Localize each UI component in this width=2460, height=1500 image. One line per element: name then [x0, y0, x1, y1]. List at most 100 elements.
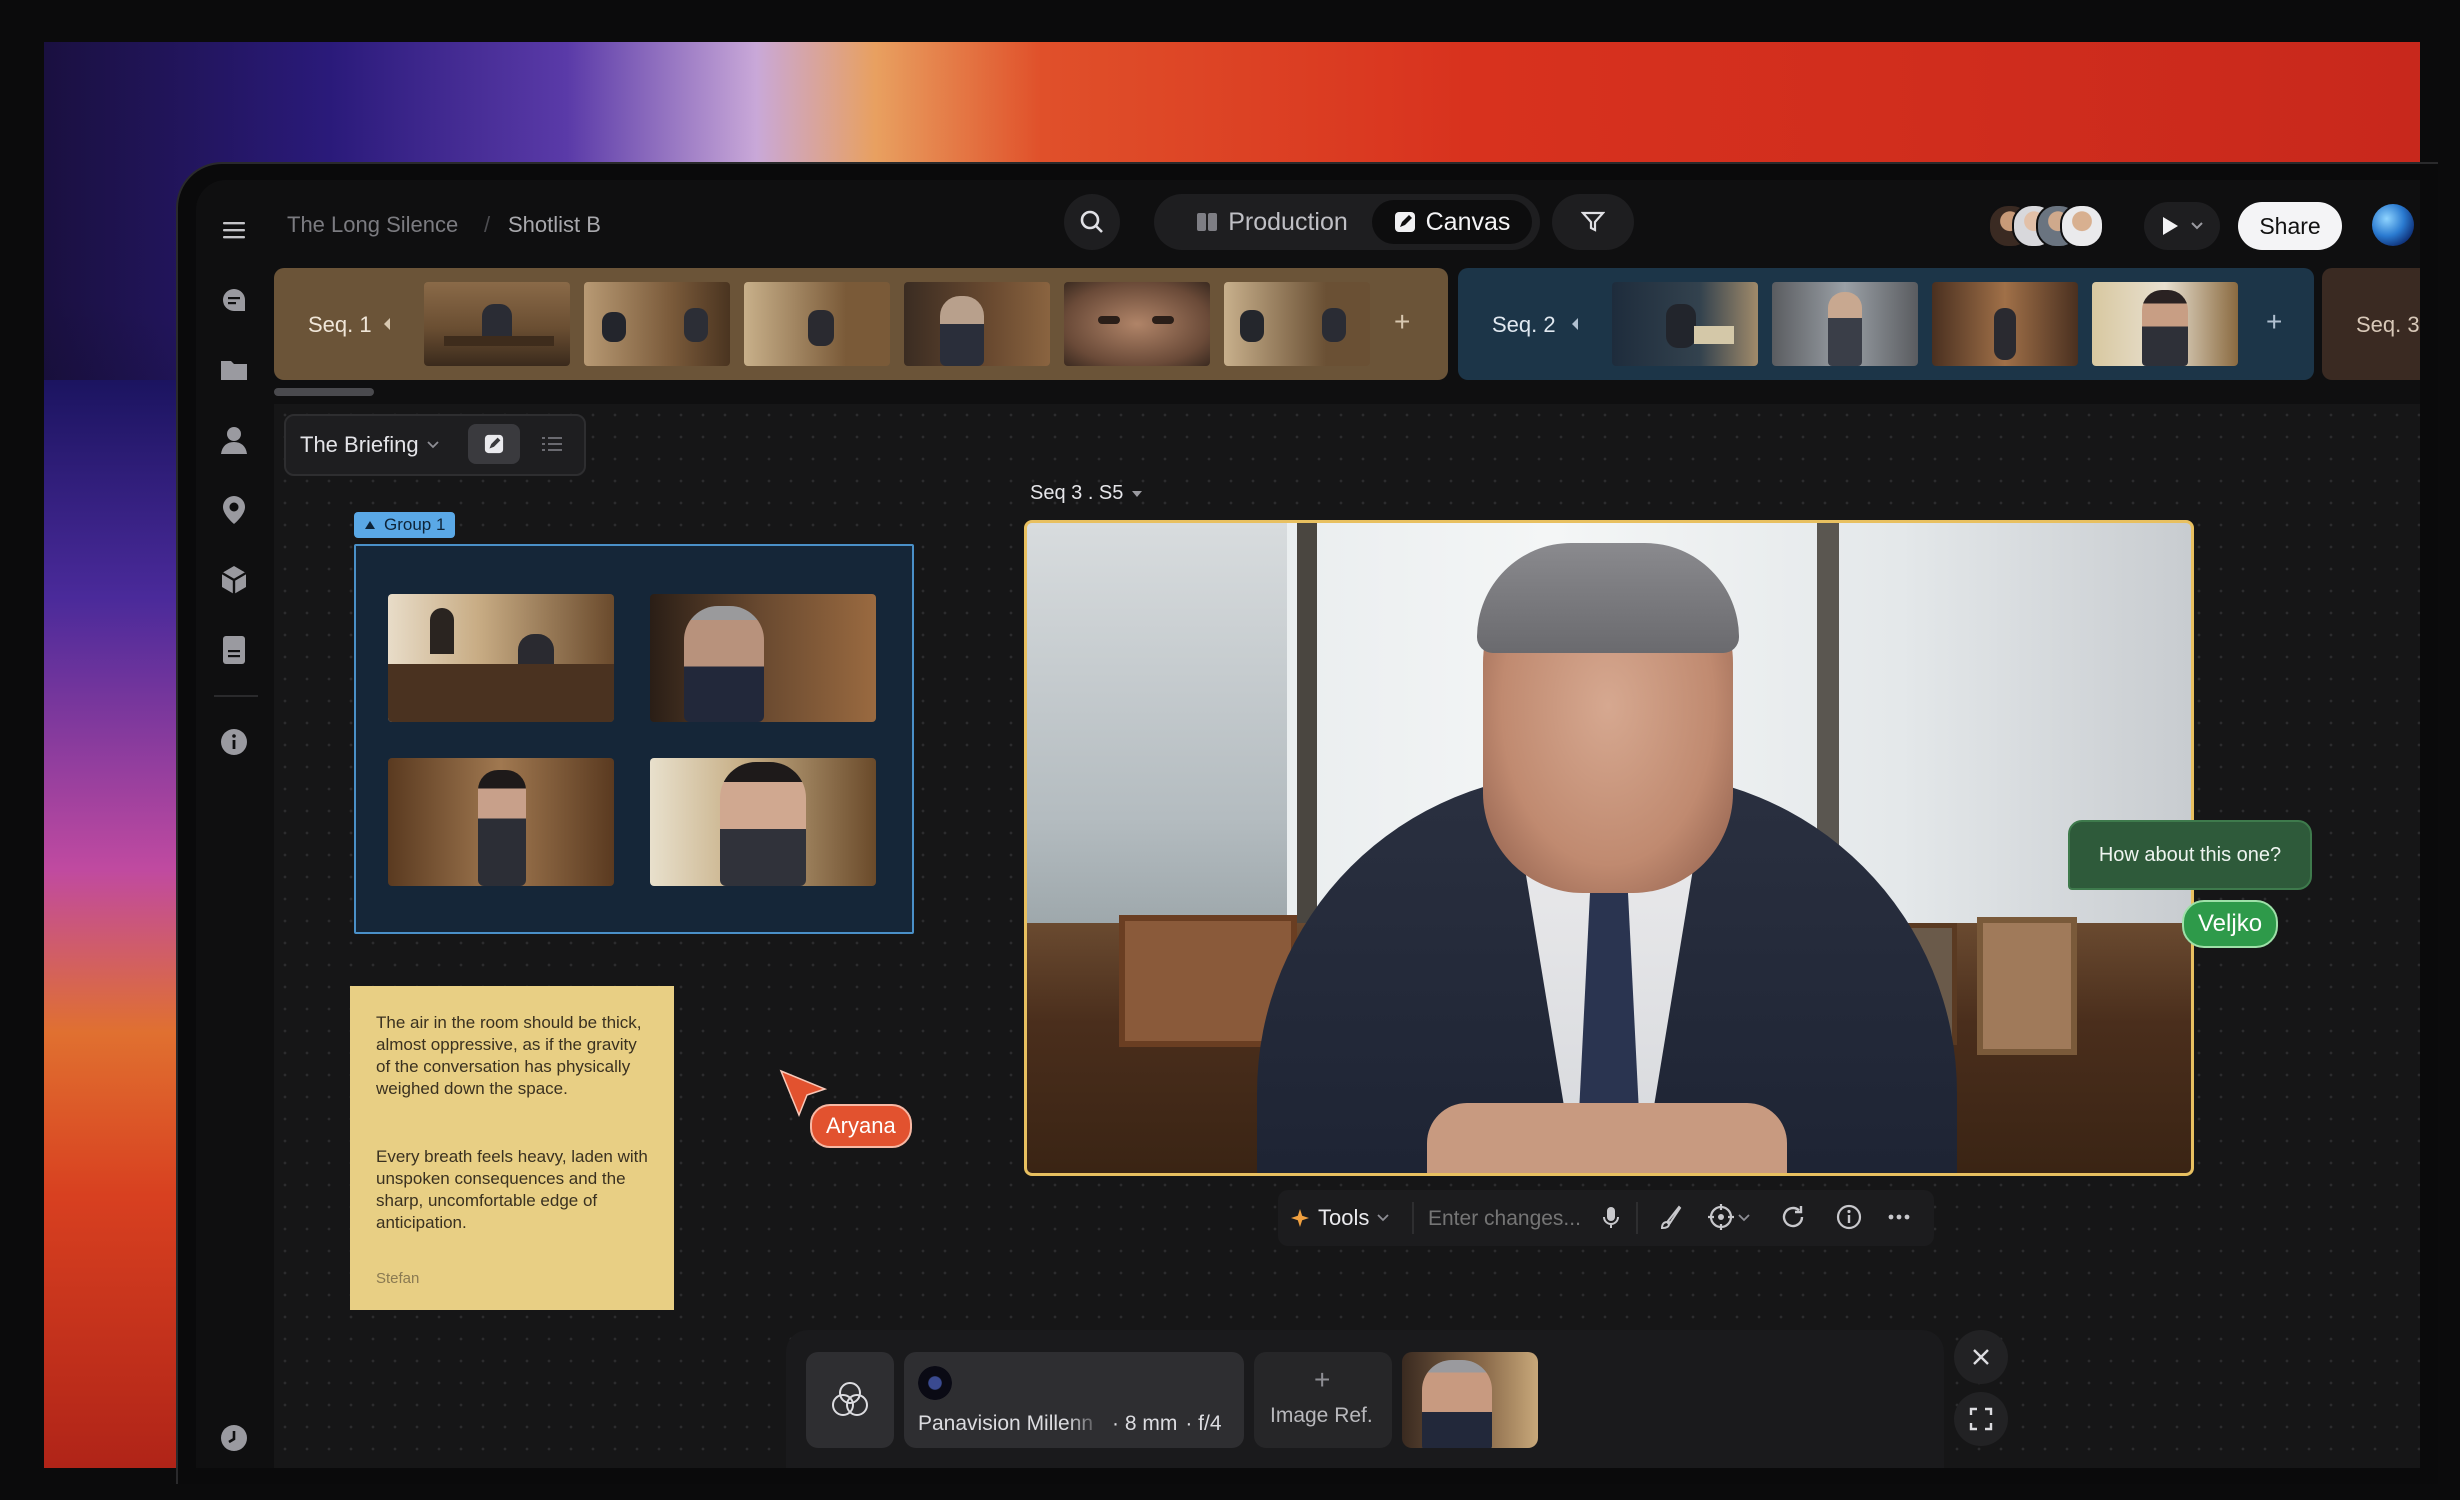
cursor-label-veljko: Veljko: [2182, 900, 2279, 948]
image-ref-label: Image Ref.: [1270, 1404, 1373, 1427]
shot-thumbnail[interactable]: [1224, 282, 1370, 366]
tab-canvas[interactable]: Canvas: [1372, 200, 1532, 244]
share-button[interactable]: Share: [2238, 202, 2342, 250]
sticky-note-text-2: Every breath feels heavy, laden with uns…: [376, 1147, 648, 1232]
clock-icon[interactable]: [218, 1422, 250, 1454]
toolbar-divider: [1412, 1202, 1414, 1234]
shot-thumbnail[interactable]: [904, 282, 1050, 366]
shot-label-text: Seq 3 . S5: [1030, 482, 1124, 504]
brush-icon[interactable]: [1658, 1204, 1682, 1230]
canvas-view-toggle[interactable]: [468, 424, 520, 464]
caret-down-icon: [1132, 490, 1143, 497]
share-label: Share: [2259, 212, 2321, 239]
target-icon[interactable]: [1708, 1204, 1734, 1230]
shot-thumbnail[interactable]: [2092, 282, 2238, 366]
shot-thumbnail[interactable]: [388, 758, 614, 886]
camera-settings-panel: Panavision Millenn · 8 mm · f/4 + Image …: [786, 1330, 1944, 1468]
collaborator-avatars[interactable]: [1988, 204, 2104, 248]
shot-thumbnail[interactable]: [1612, 282, 1758, 366]
document-icon[interactable]: [218, 634, 250, 666]
group-label: Group 1: [384, 515, 446, 534]
sequence-seq-1[interactable]: Seq. 1 +: [274, 268, 1448, 380]
comment-text: How about this one?: [2098, 843, 2282, 866]
breadcrumb-separator: /: [484, 212, 491, 237]
shot-label[interactable]: Seq 3 . S5: [1030, 482, 1143, 505]
fullscreen-button[interactable]: [1954, 1392, 2008, 1446]
refresh-icon[interactable]: [1780, 1204, 1806, 1230]
filter-icon: [1581, 211, 1605, 232]
sparkle-icon: [1291, 1209, 1309, 1227]
chevron-down-icon: [426, 441, 439, 449]
location-pin-icon[interactable]: [218, 494, 250, 526]
horizontal-scrollbar[interactable]: [274, 388, 374, 396]
shot-group[interactable]: [354, 544, 914, 934]
chat-icon[interactable]: [218, 284, 250, 316]
chevron-down-icon: [1377, 1214, 1389, 1222]
add-shot-button[interactable]: +: [1394, 306, 1410, 338]
folder-icon[interactable]: [218, 354, 250, 386]
edit-icon: [1394, 212, 1415, 232]
view-tabs: Production Canvas: [1154, 194, 1540, 250]
shot-thumbnail[interactable]: [744, 282, 890, 366]
shot-thumbnail[interactable]: [650, 594, 876, 722]
focal-length: · 8 mm: [1112, 1412, 1178, 1435]
scene-selector: The Briefing: [284, 414, 586, 476]
gradient-side-glow: [44, 380, 184, 1468]
scene-dropdown[interactable]: The Briefing: [300, 426, 439, 464]
shot-thumbnail[interactable]: [650, 758, 876, 886]
scene-label: The Briefing: [300, 432, 419, 457]
sticky-note-author: Stefan: [376, 1270, 420, 1287]
columns-icon: [1197, 213, 1218, 231]
image-ref-button[interactable]: + Image Ref.: [1254, 1352, 1392, 1448]
shot-thumbnail[interactable]: [1772, 282, 1918, 366]
shot-thumbnail[interactable]: [424, 282, 570, 366]
tab-production-label: Production: [1228, 207, 1348, 236]
tools-menu[interactable]: Tools: [1290, 1198, 1389, 1238]
add-icon: +: [1314, 1364, 1331, 1395]
color-mix-button[interactable]: [806, 1352, 894, 1448]
more-icon[interactable]: [1888, 1214, 1910, 1220]
list-view-toggle[interactable]: [530, 424, 574, 464]
caret-left-icon: [384, 318, 390, 330]
chevron-down-icon[interactable]: [1738, 1214, 1750, 1222]
info-icon[interactable]: [218, 726, 250, 758]
microphone-icon[interactable]: [1602, 1206, 1620, 1230]
shot-thumbnail[interactable]: [1064, 282, 1210, 366]
toolbar-divider: [1636, 1202, 1638, 1234]
info-icon[interactable]: [1836, 1204, 1862, 1230]
shot-thumbnail[interactable]: [1932, 282, 2078, 366]
add-shot-button[interactable]: +: [2266, 306, 2282, 338]
sequence-seq-2[interactable]: Seq. 2 +: [1458, 268, 2314, 380]
shot-thumbnail[interactable]: [388, 594, 614, 722]
comment-bubble[interactable]: How about this one?: [2068, 820, 2312, 890]
chevron-down-icon: [2191, 222, 2203, 230]
sticky-note-text-1: The air in the room should be thick, alm…: [376, 1013, 642, 1098]
group-tag[interactable]: Group 1: [354, 512, 456, 538]
close-icon: [1973, 1349, 1989, 1365]
person-icon[interactable]: [218, 424, 250, 456]
main-shot-image[interactable]: [1024, 520, 2194, 1176]
project-breadcrumb[interactable]: The Long Silence: [287, 212, 458, 238]
changes-input[interactable]: [1426, 1202, 1602, 1236]
tab-production[interactable]: Production: [1162, 200, 1382, 244]
sequence-label: Seq. 3: [2356, 312, 2420, 337]
close-button[interactable]: [1954, 1330, 2008, 1384]
shot-thumbnail[interactable]: [584, 282, 730, 366]
cube-icon[interactable]: [218, 564, 250, 596]
sequence-seq-3[interactable]: Seq. 3: [2322, 268, 2420, 380]
search-button[interactable]: [1064, 194, 1120, 250]
play-button[interactable]: [2144, 202, 2220, 250]
aperture: · f/4: [1185, 1412, 1222, 1435]
sequence-label: Seq. 2: [1492, 312, 1556, 337]
sticky-note[interactable]: The air in the room should be thick, alm…: [350, 986, 674, 1310]
filter-button[interactable]: [1552, 194, 1634, 250]
lens-settings-card[interactable]: Panavision Millenn · 8 mm · f/4: [904, 1352, 1244, 1448]
lens-name: Panavision Millenn: [918, 1412, 1094, 1435]
page-breadcrumb[interactable]: Shotlist B: [508, 212, 601, 238]
user-avatar[interactable]: [2372, 204, 2414, 246]
sequence-label: Seq. 1: [308, 312, 372, 337]
left-sidebar: [196, 180, 274, 1468]
menu-icon[interactable]: [218, 214, 250, 246]
search-icon: [1080, 210, 1103, 233]
reference-image-thumbnail[interactable]: [1402, 1352, 1538, 1448]
